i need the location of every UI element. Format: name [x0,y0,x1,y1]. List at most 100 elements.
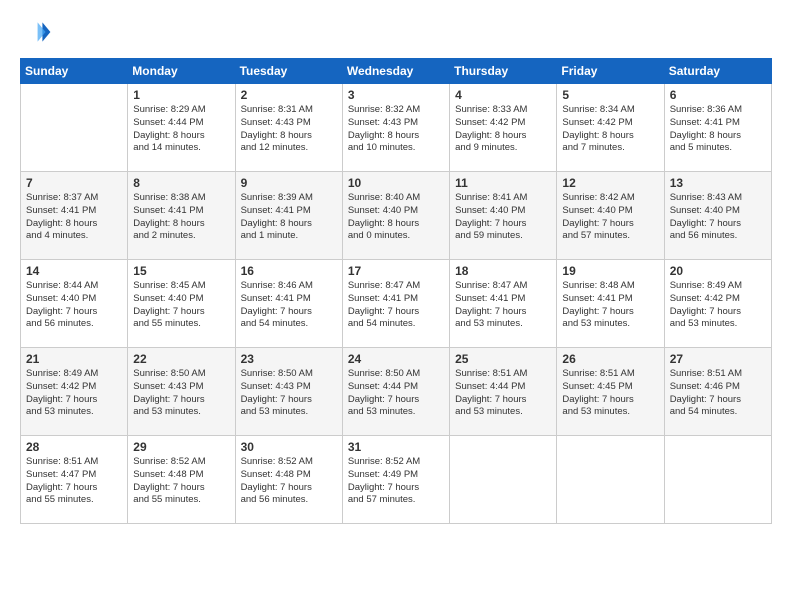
calendar-week-3: 14 Sunrise: 8:44 AMSunset: 4:40 PMDayligh… [21,260,772,348]
day-number: 12 [562,176,658,190]
calendar-cell [450,436,557,524]
cell-content: Sunrise: 8:29 AMSunset: 4:44 PMDaylight:… [133,104,229,155]
day-number: 21 [26,352,122,366]
calendar-cell: 4 Sunrise: 8:33 AMSunset: 4:42 PMDaylight… [450,84,557,172]
calendar-cell: 26Sunrise: 8:51 AMSunset: 4:45 PMDayligh… [557,348,664,436]
cell-content: Sunrise: 8:52 AMSunset: 4:49 PMDaylight:… [348,456,444,507]
calendar-cell: 5 Sunrise: 8:34 AMSunset: 4:42 PMDaylight… [557,84,664,172]
cell-content: Sunrise: 8:50 AMSunset: 4:43 PMDaylight:… [133,368,229,419]
day-number: 4 [455,88,551,102]
cell-content: Sunrise: 8:46 AMSunset: 4:41 PMDaylight:… [241,280,337,331]
calendar-cell: 2 Sunrise: 8:31 AMSunset: 4:43 PMDaylight… [235,84,342,172]
day-number: 13 [670,176,766,190]
calendar-header-sunday: Sunday [21,59,128,84]
cell-content: Sunrise: 8:49 AMSunset: 4:42 PMDaylight:… [670,280,766,331]
calendar-header-tuesday: Tuesday [235,59,342,84]
cell-content: Sunrise: 8:33 AMSunset: 4:42 PMDaylight:… [455,104,551,155]
day-number: 19 [562,264,658,278]
calendar-cell: 23Sunrise: 8:50 AMSunset: 4:43 PMDayligh… [235,348,342,436]
calendar: SundayMondayTuesdayWednesdayThursdayFrid… [20,58,772,524]
calendar-week-5: 28 Sunrise: 8:51 AMSunset: 4:47 PMDayligh… [21,436,772,524]
day-number: 14 [26,264,122,278]
calendar-cell: 17 Sunrise: 8:47 AMSunset: 4:41 PMDayligh… [342,260,449,348]
cell-content: Sunrise: 8:52 AMSunset: 4:48 PMDaylight:… [241,456,337,507]
calendar-cell [664,436,771,524]
cell-content: Sunrise: 8:40 AMSunset: 4:40 PMDaylight:… [348,192,444,243]
cell-content: Sunrise: 8:38 AMSunset: 4:41 PMDaylight:… [133,192,229,243]
calendar-header-row: SundayMondayTuesdayWednesdayThursdayFrid… [21,59,772,84]
calendar-cell: 18 Sunrise: 8:47 AMSunset: 4:41 PMDayligh… [450,260,557,348]
calendar-cell: 30 Sunrise: 8:52 AMSunset: 4:48 PMDayligh… [235,436,342,524]
calendar-cell: 20 Sunrise: 8:49 AMSunset: 4:42 PMDayligh… [664,260,771,348]
cell-content: Sunrise: 8:48 AMSunset: 4:41 PMDaylight:… [562,280,658,331]
calendar-week-2: 7 Sunrise: 8:37 AMSunset: 4:41 PMDaylight… [21,172,772,260]
cell-content: Sunrise: 8:36 AMSunset: 4:41 PMDaylight:… [670,104,766,155]
day-number: 29 [133,440,229,454]
day-number: 10 [348,176,444,190]
cell-content: Sunrise: 8:50 AMSunset: 4:44 PMDaylight:… [348,368,444,419]
cell-content: Sunrise: 8:47 AMSunset: 4:41 PMDaylight:… [348,280,444,331]
day-number: 6 [670,88,766,102]
day-number: 30 [241,440,337,454]
calendar-header-monday: Monday [128,59,235,84]
calendar-cell: 14 Sunrise: 8:44 AMSunset: 4:40 PMDayligh… [21,260,128,348]
day-number: 2 [241,88,337,102]
calendar-header-wednesday: Wednesday [342,59,449,84]
cell-content: Sunrise: 8:37 AMSunset: 4:41 PMDaylight:… [26,192,122,243]
day-number: 9 [241,176,337,190]
day-number: 22 [133,352,229,366]
cell-content: Sunrise: 8:43 AMSunset: 4:40 PMDaylight:… [670,192,766,243]
cell-content: Sunrise: 8:51 AMSunset: 4:45 PMDaylight:… [562,368,658,419]
calendar-cell [21,84,128,172]
calendar-cell: 10 Sunrise: 8:40 AMSunset: 4:40 PMDayligh… [342,172,449,260]
logo [20,16,56,48]
day-number: 7 [26,176,122,190]
calendar-cell: 11Sunrise: 8:41 AMSunset: 4:40 PMDayligh… [450,172,557,260]
day-number: 28 [26,440,122,454]
cell-content: Sunrise: 8:44 AMSunset: 4:40 PMDaylight:… [26,280,122,331]
cell-content: Sunrise: 8:31 AMSunset: 4:43 PMDaylight:… [241,104,337,155]
day-number: 1 [133,88,229,102]
cell-content: Sunrise: 8:42 AMSunset: 4:40 PMDaylight:… [562,192,658,243]
cell-content: Sunrise: 8:41 AMSunset: 4:40 PMDaylight:… [455,192,551,243]
header [20,16,772,48]
cell-content: Sunrise: 8:39 AMSunset: 4:41 PMDaylight:… [241,192,337,243]
day-number: 18 [455,264,551,278]
day-number: 25 [455,352,551,366]
calendar-cell: 24 Sunrise: 8:50 AMSunset: 4:44 PMDayligh… [342,348,449,436]
cell-content: Sunrise: 8:49 AMSunset: 4:42 PMDaylight:… [26,368,122,419]
cell-content: Sunrise: 8:34 AMSunset: 4:42 PMDaylight:… [562,104,658,155]
day-number: 17 [348,264,444,278]
page: SundayMondayTuesdayWednesdayThursdayFrid… [0,0,792,612]
day-number: 24 [348,352,444,366]
cell-content: Sunrise: 8:51 AMSunset: 4:46 PMDaylight:… [670,368,766,419]
day-number: 3 [348,88,444,102]
calendar-cell: 3 Sunrise: 8:32 AMSunset: 4:43 PMDaylight… [342,84,449,172]
calendar-cell: 25Sunrise: 8:51 AMSunset: 4:44 PMDayligh… [450,348,557,436]
calendar-cell: 9 Sunrise: 8:39 AMSunset: 4:41 PMDaylight… [235,172,342,260]
cell-content: Sunrise: 8:47 AMSunset: 4:41 PMDaylight:… [455,280,551,331]
calendar-cell: 19 Sunrise: 8:48 AMSunset: 4:41 PMDayligh… [557,260,664,348]
calendar-cell: 27 Sunrise: 8:51 AMSunset: 4:46 PMDayligh… [664,348,771,436]
calendar-cell: 22 Sunrise: 8:50 AMSunset: 4:43 PMDayligh… [128,348,235,436]
calendar-cell: 15Sunrise: 8:45 AMSunset: 4:40 PMDayligh… [128,260,235,348]
calendar-cell: 6 Sunrise: 8:36 AMSunset: 4:41 PMDaylight… [664,84,771,172]
cell-content: Sunrise: 8:51 AMSunset: 4:47 PMDaylight:… [26,456,122,507]
day-number: 15 [133,264,229,278]
logo-icon [20,16,52,48]
calendar-header-thursday: Thursday [450,59,557,84]
calendar-cell: 12 Sunrise: 8:42 AMSunset: 4:40 PMDayligh… [557,172,664,260]
calendar-cell: 13 Sunrise: 8:43 AMSunset: 4:40 PMDayligh… [664,172,771,260]
day-number: 5 [562,88,658,102]
day-number: 16 [241,264,337,278]
day-number: 27 [670,352,766,366]
day-number: 31 [348,440,444,454]
cell-content: Sunrise: 8:32 AMSunset: 4:43 PMDaylight:… [348,104,444,155]
calendar-cell: 8 Sunrise: 8:38 AMSunset: 4:41 PMDaylight… [128,172,235,260]
day-number: 8 [133,176,229,190]
cell-content: Sunrise: 8:50 AMSunset: 4:43 PMDaylight:… [241,368,337,419]
calendar-cell: 7 Sunrise: 8:37 AMSunset: 4:41 PMDaylight… [21,172,128,260]
day-number: 20 [670,264,766,278]
calendar-cell: 16 Sunrise: 8:46 AMSunset: 4:41 PMDayligh… [235,260,342,348]
calendar-week-1: 1 Sunrise: 8:29 AMSunset: 4:44 PMDaylight… [21,84,772,172]
